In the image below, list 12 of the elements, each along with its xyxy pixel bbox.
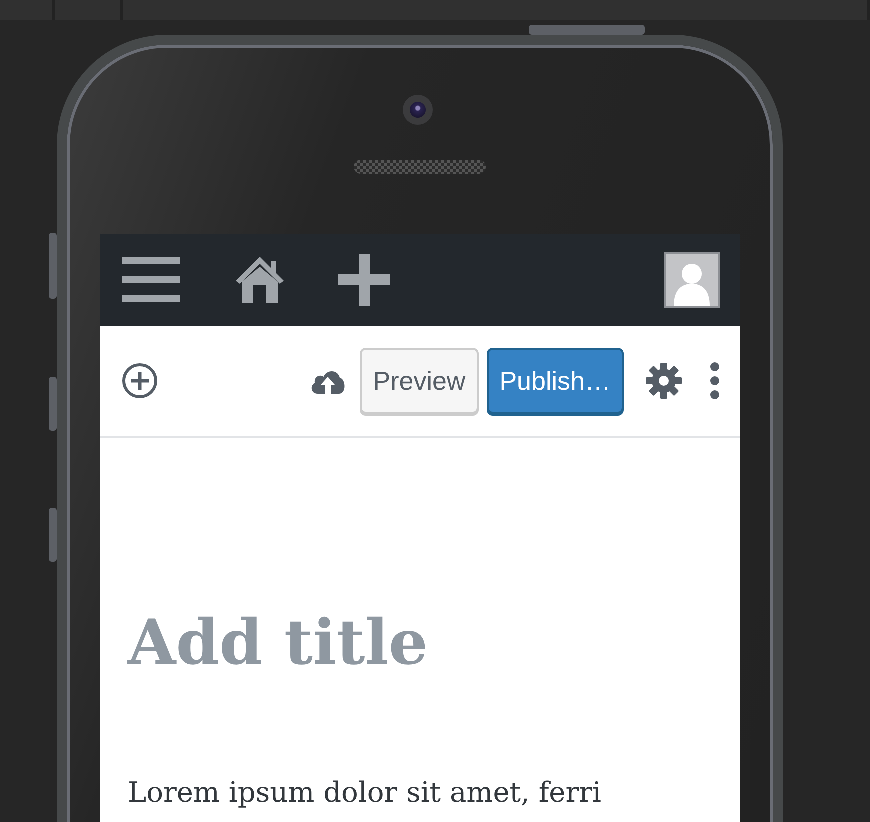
- menu-icon[interactable]: [122, 255, 180, 305]
- add-block-icon[interactable]: [122, 363, 158, 399]
- settings-icon[interactable]: [646, 363, 682, 399]
- avatar-icon[interactable]: [664, 252, 720, 308]
- home-icon[interactable]: [236, 255, 284, 305]
- title-field[interactable]: Add title: [128, 588, 428, 698]
- plus-icon[interactable]: [338, 254, 390, 306]
- camera-icon: [403, 95, 433, 125]
- paragraph-text: Lorem ipsum dolor sit amet, ferri: [128, 776, 602, 810]
- more-options-icon[interactable]: [710, 362, 720, 400]
- preview-button[interactable]: Preview: [360, 348, 479, 414]
- publish-button[interactable]: Publish…: [486, 348, 624, 414]
